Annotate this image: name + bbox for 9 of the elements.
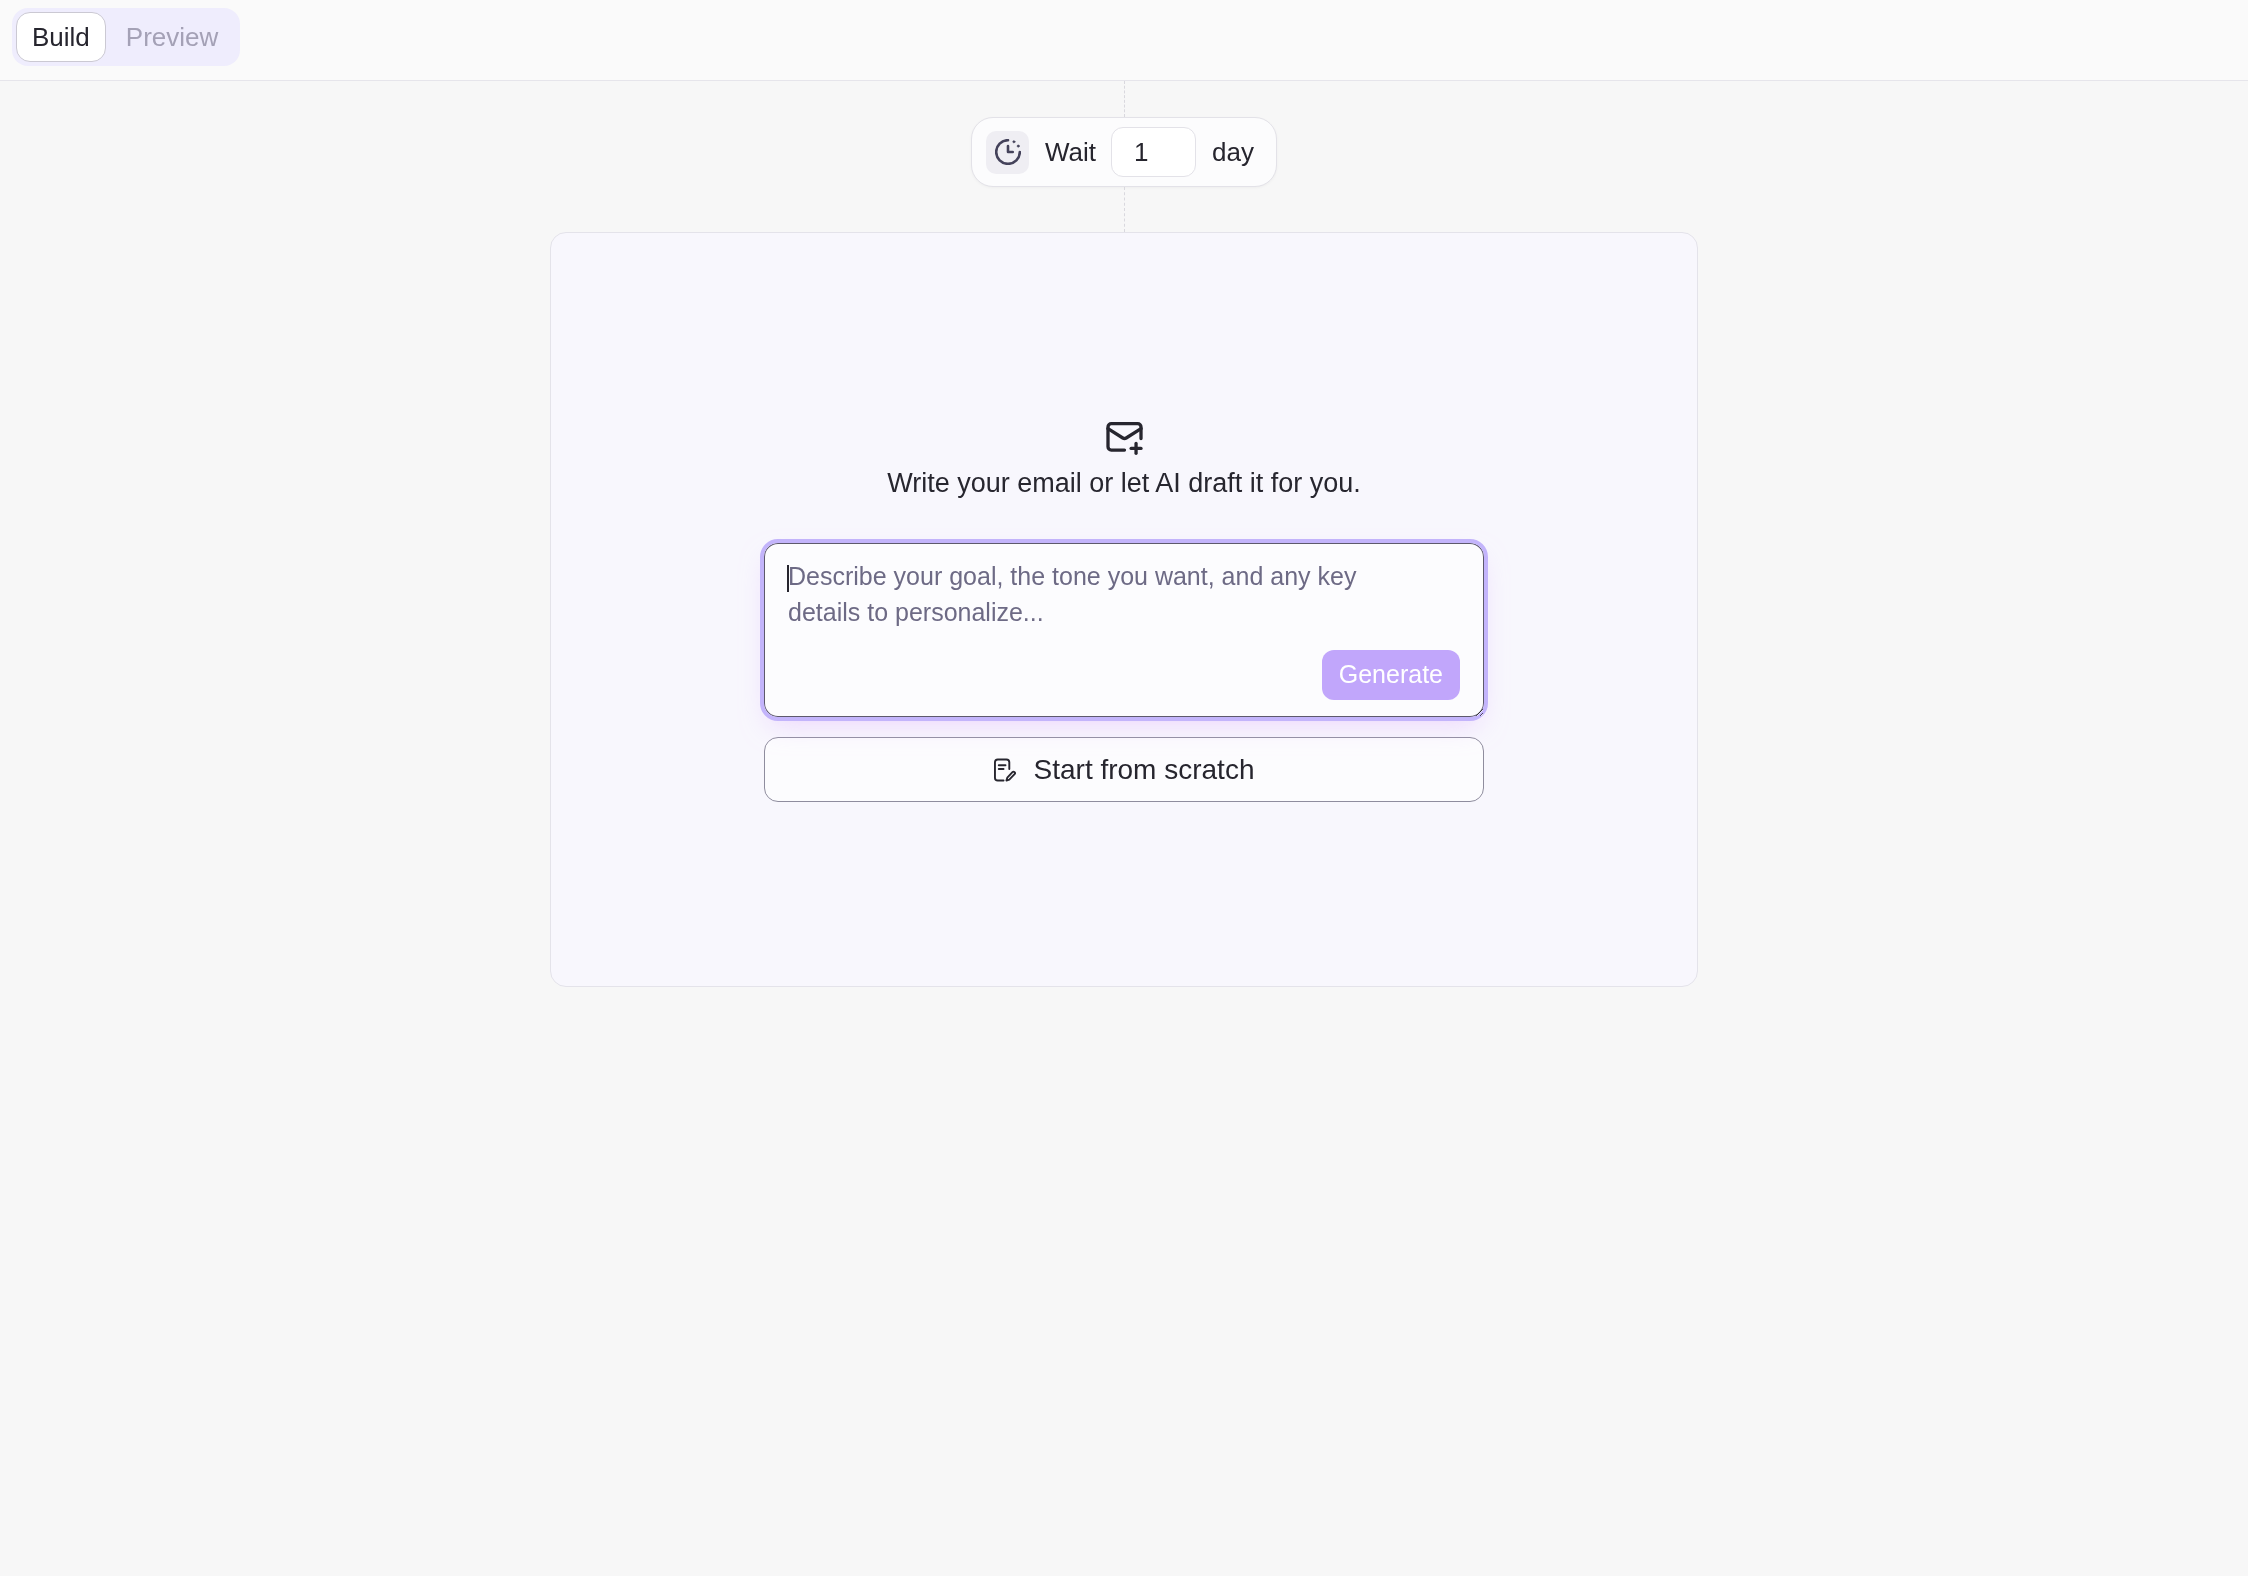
email-prompt-text: Write your email or let AI draft it for you. [887, 467, 1361, 500]
wait-amount-field[interactable]: 1 [1111, 127, 1197, 177]
notepad-pen-icon [993, 757, 1016, 782]
mail-plus-icon [1105, 422, 1143, 455]
wait-unit-label: day [1212, 136, 1254, 168]
clock-icon [986, 130, 1029, 174]
wait-label: Wait [1045, 136, 1097, 168]
start-from-scratch-button[interactable]: Start from scratch [764, 737, 1484, 802]
mode-tab[interactable]: Build [16, 12, 106, 62]
